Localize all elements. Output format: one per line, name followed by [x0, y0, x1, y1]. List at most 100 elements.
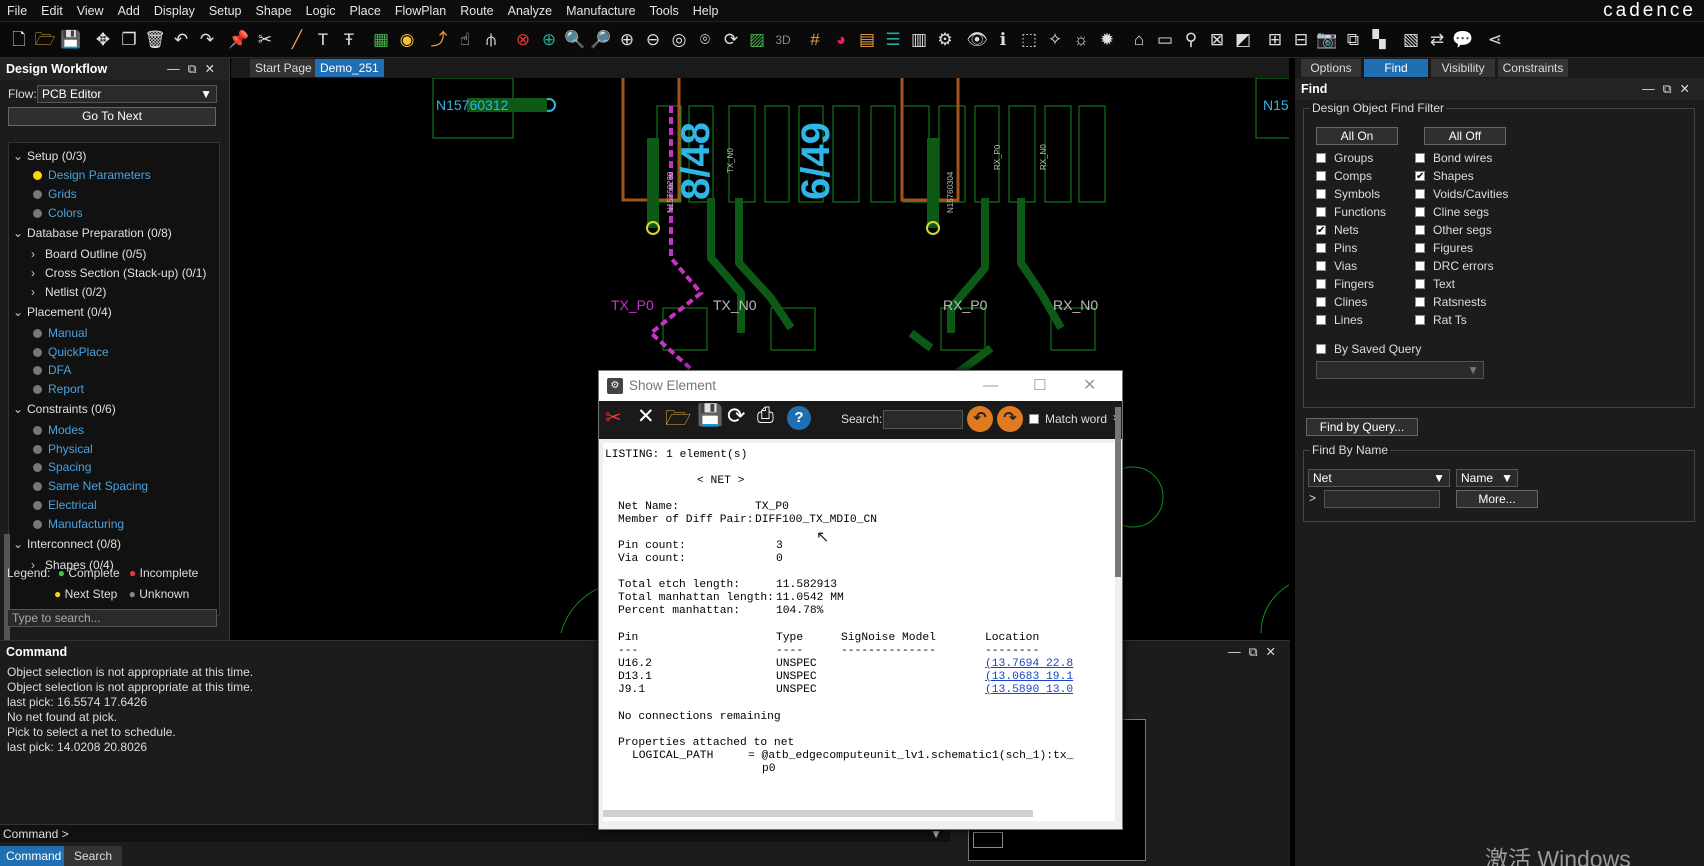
save-icon[interactable]: 💾 — [58, 25, 84, 55]
undo-icon[interactable]: ↶ — [168, 25, 194, 55]
cube-icon[interactable]: ⬚ — [1016, 25, 1042, 55]
color-icon[interactable]: ◕ — [828, 25, 854, 55]
layer-icon[interactable]: ▤ — [854, 25, 880, 55]
open-icon[interactable]: 🗁 — [32, 25, 58, 55]
find-filter-clines-checkbox[interactable]: Clines — [1316, 293, 1367, 311]
menu-shape[interactable]: Shape — [249, 0, 299, 22]
camera-icon[interactable]: 📷 — [1314, 25, 1340, 55]
chevron-right-icon[interactable]: › — [31, 283, 45, 302]
menu-place[interactable]: Place — [343, 0, 388, 22]
workflow-item[interactable]: QuickPlace — [33, 343, 109, 362]
edit-text-icon[interactable]: Ŧ — [336, 25, 362, 55]
chevron-right-icon[interactable]: › — [31, 245, 45, 264]
workflow-item[interactable]: Modes — [33, 421, 84, 440]
pin-off-icon[interactable]: ✂ — [605, 405, 622, 430]
horizontal-scrollbar[interactable] — [603, 810, 1033, 817]
workflow-search-input[interactable]: Type to search... — [7, 609, 217, 627]
add-text-icon[interactable]: T — [310, 25, 336, 55]
close-icon[interactable]: ✕ — [1083, 371, 1096, 401]
workflow-item[interactable]: ⌄ Placement (0/4) — [13, 303, 112, 322]
menu-setup[interactable]: Setup — [202, 0, 249, 22]
save-icon[interactable]: 💾 — [697, 404, 723, 428]
chevron-down-icon[interactable]: ⌄ — [13, 400, 27, 419]
shape-icon[interactable]: ⊕ — [536, 25, 562, 55]
checkbox-box[interactable] — [1316, 188, 1326, 199]
find-filter-shapes-checkbox[interactable]: Shapes — [1415, 167, 1474, 186]
checkbox-box[interactable] — [1316, 343, 1326, 354]
search-prev-icon[interactable]: ↶ — [967, 406, 993, 432]
find-filter-nets-checkbox[interactable]: Nets — [1316, 221, 1359, 240]
panel-controls-icon[interactable]: —⧉✕ — [1228, 641, 1284, 663]
chevron-down-icon[interactable]: ⌄ — [13, 535, 27, 554]
workflow-item[interactable]: ⌄ Constraints (0/6) — [13, 400, 116, 419]
find-filter-rat-ts-checkbox[interactable]: Rat Ts — [1415, 311, 1467, 329]
checkbox-box[interactable] — [1316, 260, 1326, 271]
redraw-icon[interactable]: ⟳ — [718, 25, 744, 55]
all-on-button[interactable]: All On — [1316, 127, 1398, 145]
tab-command[interactable]: Command — [0, 846, 68, 866]
board-icon[interactable]: ▭ — [1152, 25, 1178, 55]
route-icon[interactable]: ⤴ — [426, 25, 452, 55]
pin-icon[interactable]: 📌 — [226, 25, 252, 55]
checkbox-box[interactable] — [1415, 296, 1425, 307]
tab-start-page[interactable]: Start Page — [250, 59, 317, 77]
checkbox-box[interactable] — [1316, 296, 1326, 307]
vertical-scrollbar[interactable] — [1115, 407, 1121, 577]
find-filter-bond-wires-checkbox[interactable]: Bond wires — [1415, 149, 1492, 167]
open-folder-icon[interactable]: 🗁 — [665, 404, 691, 439]
tab-options[interactable]: Options — [1301, 59, 1361, 77]
checkbox-box[interactable] — [1316, 314, 1326, 325]
stack-icon[interactable]: ☰ — [880, 25, 906, 55]
find-type-select[interactable]: Net ▼ — [1308, 469, 1450, 487]
checkbox-box[interactable] — [1415, 314, 1425, 325]
workflow-item[interactable]: Colors — [33, 204, 83, 223]
sun-icon[interactable]: ☼ — [1068, 25, 1094, 55]
panel-controls-icon[interactable]: —⧉✕ — [1642, 78, 1698, 100]
workflow-item[interactable]: › Cross Section (Stack-up) (0/1) — [31, 264, 206, 283]
match-word-checkbox[interactable] — [1029, 414, 1039, 424]
redo-icon[interactable]: ↷ — [194, 25, 220, 55]
more-button[interactable]: More... — [1456, 490, 1538, 508]
grid-icon[interactable]: # — [802, 25, 828, 55]
move-icon[interactable]: ✥ — [90, 25, 116, 55]
comment-icon[interactable]: 💬 — [1450, 25, 1476, 55]
find-name-select[interactable]: Name ▼ — [1456, 469, 1518, 487]
minimize-icon[interactable]: — — [983, 371, 998, 401]
sparkle-icon[interactable]: ✹ — [1094, 25, 1120, 55]
find-filter-figures-checkbox[interactable]: Figures — [1415, 239, 1473, 257]
search-next-icon[interactable]: ↷ — [997, 406, 1023, 432]
menu-add[interactable]: Add — [111, 0, 147, 22]
find-filter-lines-checkbox[interactable]: Lines — [1316, 311, 1363, 329]
zoom-fit-icon[interactable]: 🔍 — [562, 25, 588, 55]
zoom-world-icon[interactable]: ◎ — [666, 25, 692, 55]
find-filter-functions-checkbox[interactable]: Functions — [1316, 203, 1386, 221]
home-icon[interactable]: ⌂ — [1126, 25, 1152, 55]
dialog-search-input[interactable] — [883, 410, 963, 429]
checkbox-box[interactable] — [1316, 278, 1326, 289]
tab-visibility[interactable]: Visibility — [1431, 59, 1495, 77]
menu-logic[interactable]: Logic — [299, 0, 343, 22]
find-filter-comps-checkbox[interactable]: Comps — [1316, 167, 1372, 185]
chevron-down-icon[interactable]: ⌄ — [13, 147, 27, 166]
chevron-down-icon[interactable]: ⌄ — [13, 224, 27, 243]
tab-demo-251[interactable]: Demo_251 — [315, 59, 384, 77]
pin-row-location-link[interactable]: (13.0683 19.1 — [985, 671, 1073, 683]
menu-analyze[interactable]: Analyze — [501, 0, 559, 22]
find-filter-pins-checkbox[interactable]: Pins — [1316, 239, 1357, 257]
pin-row-location-link[interactable]: (13.5890 13.0 — [985, 684, 1073, 696]
workflow-item[interactable]: Spacing — [33, 458, 91, 477]
workflow-item[interactable]: ⌄ Database Preparation (0/8) — [13, 224, 172, 243]
find-filter-drc-errors-checkbox[interactable]: DRC errors — [1415, 257, 1494, 275]
saved-query-select[interactable]: ▼ — [1316, 361, 1484, 379]
refresh-icon[interactable]: ⟳ — [727, 403, 745, 429]
new-icon[interactable]: 🗋 — [6, 25, 32, 55]
chevron-down-icon[interactable]: ⌄ — [13, 303, 27, 322]
flow-select[interactable]: PCB Editor ▼ — [37, 85, 217, 103]
delete-icon[interactable]: 🗑 — [142, 25, 168, 55]
checkbox-box[interactable] — [1316, 170, 1326, 181]
analyze-icon[interactable]: ▧ — [1398, 25, 1424, 55]
workflow-item[interactable]: Design Parameters — [33, 166, 151, 185]
checkbox-box[interactable] — [1316, 152, 1326, 163]
share-icon[interactable]: ⋖ — [1482, 25, 1508, 55]
fit-box-icon[interactable]: ⊠ — [1204, 25, 1230, 55]
